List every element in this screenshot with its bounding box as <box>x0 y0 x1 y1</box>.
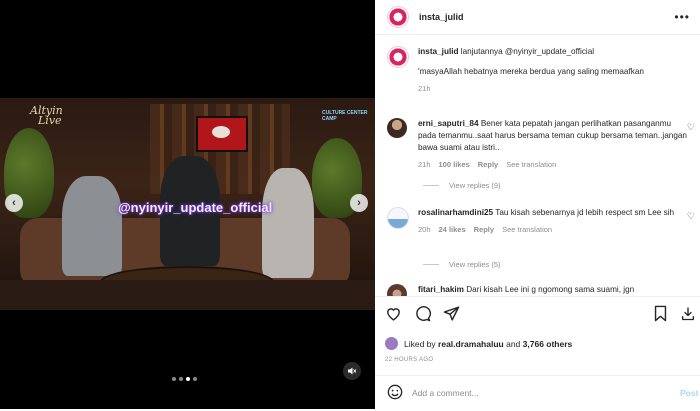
video-frame[interactable]: Altyin Live CULTURE CENTER CAMP @nyinyir… <box>0 98 375 310</box>
comment-likes[interactable]: 24 likes <box>439 224 466 236</box>
add-comment-input[interactable]: Add a comment... <box>412 388 479 398</box>
carousel-dot <box>172 377 176 381</box>
person-left <box>62 176 122 276</box>
post-header: insta_julid ••• <box>375 0 700 35</box>
caption-text-2: 'masyaAllah hebatnya mereka berdua yang … <box>418 67 644 76</box>
wall-screen <box>196 116 248 152</box>
liked-by-label: Liked by <box>404 338 436 349</box>
carousel-dot-active <box>186 377 190 381</box>
comment-username[interactable]: fitari_hakim <box>418 285 464 294</box>
view-replies-button[interactable]: View replies (9) <box>423 181 501 190</box>
commenter-avatar[interactable] <box>387 284 407 296</box>
carousel-dot <box>179 377 183 381</box>
comment-likes[interactable]: 100 likes <box>439 159 470 171</box>
see-translation-link[interactable]: See translation <box>506 159 556 171</box>
comment-text: Tau kisah sebenarnya jd lebih respect sm… <box>495 208 675 217</box>
emoji-icon[interactable] <box>387 384 403 400</box>
post-comment-button[interactable]: Post <box>680 388 698 398</box>
action-icons-right <box>653 305 696 322</box>
view-replies-label: View replies (9) <box>449 181 501 190</box>
caption-username[interactable]: insta_julid <box>418 47 459 56</box>
commenter-avatar[interactable] <box>387 207 409 229</box>
liked-by-user[interactable]: real.dramahaluu <box>438 339 504 349</box>
download-icon[interactable] <box>680 305 696 322</box>
comment-like-icon[interactable]: ♡ <box>687 121 695 133</box>
reply-button[interactable]: Reply <box>478 159 498 171</box>
comment-username[interactable]: erni_saputri_84 <box>418 119 479 128</box>
add-comment-bar: Add a comment... Post <box>375 375 700 411</box>
carousel-indicator <box>172 377 197 381</box>
comment-text: Dari kisah Lee ini g ngomong sama suami,… <box>466 285 635 294</box>
show-logo: Altyin Live <box>30 105 63 127</box>
comment-time: 21h <box>418 160 431 169</box>
comment: rosalinarhamdini25 Tau kisah sebenarnya … <box>387 207 695 236</box>
reply-button[interactable]: Reply <box>474 224 494 236</box>
commenter-avatar[interactable] <box>387 118 407 138</box>
view-replies-label: View replies (5) <box>449 260 501 269</box>
post-timestamp: 22 HOURS AGO <box>385 357 434 363</box>
caption-time: 21h <box>418 84 431 93</box>
post-sidebar: insta_julid ••• insta_julid lanjutannya … <box>375 0 700 409</box>
floor <box>0 280 375 310</box>
caption-text: lanjutannya @nyinyir_update_official <box>460 47 595 56</box>
view-replies-button[interactable]: View replies (5) <box>423 260 501 269</box>
person-right <box>262 168 314 278</box>
comment-icon[interactable] <box>414 305 431 322</box>
author-avatar[interactable] <box>387 6 409 28</box>
comment: fitari_hakim Dari kisah Lee ini g ngomon… <box>387 284 687 296</box>
heart-icon[interactable] <box>385 305 402 322</box>
comment: erni_saputri_84 Bener kata pepatah janga… <box>387 118 695 171</box>
caption-avatar[interactable] <box>387 46 409 68</box>
carousel-dot <box>193 377 197 381</box>
carousel-next-button[interactable]: › <box>350 194 368 212</box>
more-options-icon[interactable]: ••• <box>674 10 690 24</box>
comment-like-icon[interactable]: ♡ <box>687 210 695 222</box>
chevron-left-icon: ‹ <box>12 197 16 209</box>
speaker-muted-icon <box>348 367 357 375</box>
media-pane: Altyin Live CULTURE CENTER CAMP @nyinyir… <box>0 0 375 409</box>
mute-button[interactable] <box>343 362 361 380</box>
comment-username[interactable]: rosalinarhamdini25 <box>418 208 493 217</box>
caption: insta_julid lanjutannya @nyinyir_update_… <box>387 46 687 95</box>
comments-list[interactable]: insta_julid lanjutannya @nyinyir_update_… <box>375 34 700 296</box>
author-username[interactable]: insta_julid <box>419 12 464 22</box>
carousel-prev-button[interactable]: ‹ <box>5 194 23 212</box>
bookmark-icon[interactable] <box>653 305 668 322</box>
liker-avatar[interactable] <box>385 337 398 350</box>
post-actions: Liked by real.dramahaluu and 3,766 other… <box>375 296 700 400</box>
show-logo-line2: Live <box>38 114 62 127</box>
see-translation-link[interactable]: See translation <box>502 224 552 236</box>
liked-count[interactable]: 3,766 others <box>523 339 573 349</box>
action-icons-left <box>385 305 460 322</box>
watermark-text: @nyinyir_update_official <box>118 200 273 215</box>
liked-and-label: and <box>506 338 521 349</box>
share-icon[interactable] <box>443 305 460 322</box>
likes-summary: Liked by real.dramahaluu and 3,766 other… <box>385 337 572 350</box>
comment-time: 20h <box>418 225 431 234</box>
chevron-right-icon: › <box>357 197 361 209</box>
instagram-post-view: Altyin Live CULTURE CENTER CAMP @nyinyir… <box>0 0 700 409</box>
channel-logo: CULTURE CENTER CAMP <box>322 110 368 122</box>
